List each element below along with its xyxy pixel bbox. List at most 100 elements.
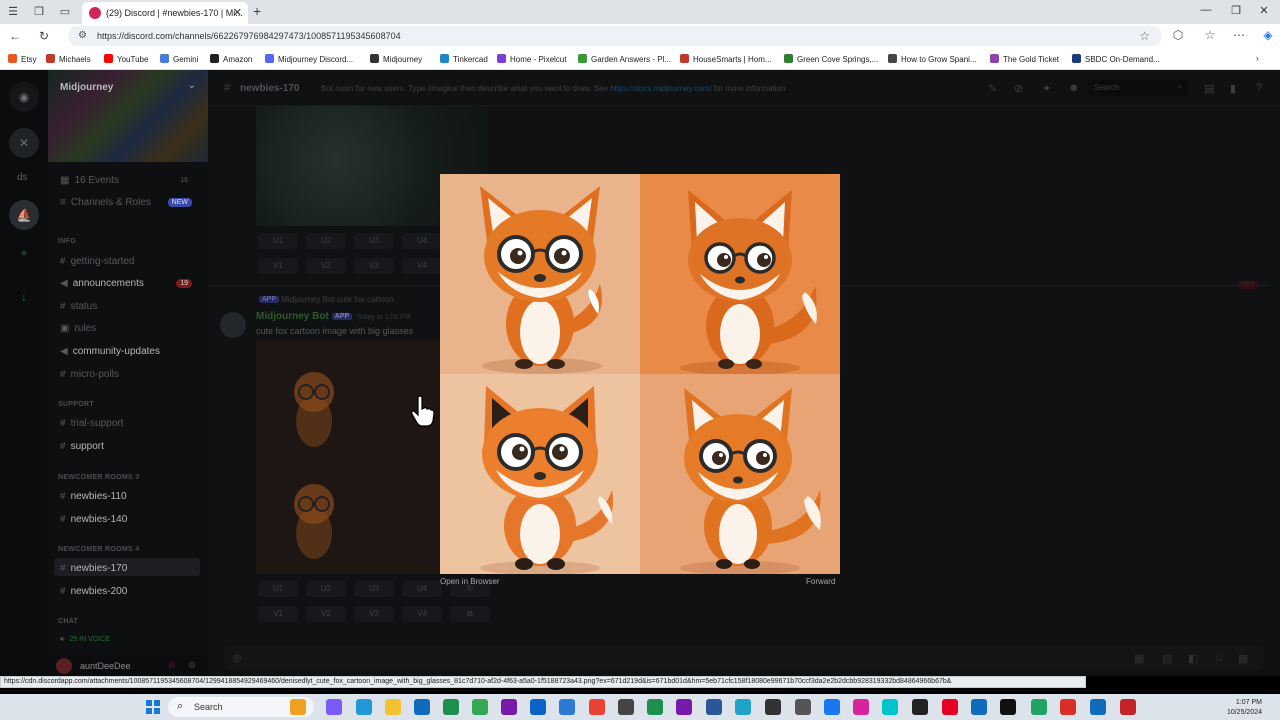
add-attachment-icon[interactable]: ⊕: [232, 651, 242, 665]
category-newcomer-rooms-3[interactable]: NEWCOMER ROOMS 3: [58, 474, 139, 481]
pin-icon[interactable]: ✦: [1042, 82, 1051, 95]
emoji-icon[interactable]: ☺: [1214, 652, 1225, 664]
upscale-2-button[interactable]: U2: [306, 581, 346, 597]
upscale-2-button[interactable]: U2: [306, 233, 346, 249]
upscale-3-button[interactable]: U3: [354, 233, 394, 249]
bookmark-item[interactable]: How to Grow Spani...: [888, 54, 977, 64]
channel-announcements[interactable]: ◀ announcements: [60, 278, 144, 289]
bookmark-item[interactable]: Green Cove Springs,...: [784, 54, 878, 64]
channel-newbies-170[interactable]: # newbies-170: [60, 563, 127, 574]
message-composer[interactable]: ⊕ ▦ ▤ ◧ ☺ ▩: [224, 646, 1264, 670]
bookmark-item[interactable]: Tinkercad: [440, 54, 488, 64]
site-info-icon[interactable]: ⚙: [78, 30, 87, 41]
channel-topic[interactable]: Bot room for new users. Type /imagine th…: [321, 84, 785, 93]
word-icon[interactable]: [706, 699, 722, 715]
server-name[interactable]: Midjourney: [60, 82, 113, 93]
upscale-4-button[interactable]: U4: [402, 233, 442, 249]
variation-2-button[interactable]: V2: [306, 258, 346, 274]
channel-getting-started[interactable]: # getting-started: [60, 256, 135, 267]
pinterest-icon[interactable]: [942, 699, 958, 715]
chrome-alt-icon[interactable]: [589, 699, 605, 715]
variation-4-button[interactable]: V4: [402, 258, 442, 274]
bookmark-item[interactable]: SBDC On-Demand...: [1072, 54, 1160, 64]
channel-micro-polls[interactable]: # micro-polls: [60, 369, 119, 380]
more-bookmarks-icon[interactable]: ›: [1256, 54, 1259, 63]
bookmark-item[interactable]: Amazon: [210, 54, 252, 64]
camera-icon[interactable]: [618, 699, 634, 715]
variation-1-button[interactable]: V1: [258, 258, 298, 274]
message-author[interactable]: Midjourney Bot APP Today at 1:06 PM: [256, 311, 411, 322]
chrome-icon[interactable]: [472, 699, 488, 715]
search-input[interactable]: Search ⌕: [1088, 80, 1188, 96]
capcut-icon[interactable]: [1000, 699, 1016, 715]
bookmark-item[interactable]: Midjourney: [370, 54, 422, 64]
facebook-icon[interactable]: [824, 699, 840, 715]
restore-icon[interactable]: ❐: [1226, 4, 1246, 17]
apps-icon[interactable]: ▩: [1238, 652, 1248, 665]
upscale-1-button[interactable]: U1: [258, 581, 298, 597]
bookmark-icon[interactable]: ▮: [1230, 82, 1236, 95]
sticker-icon[interactable]: ◧: [1188, 652, 1198, 665]
category-support[interactable]: SUPPORT: [58, 401, 94, 408]
image-viewer[interactable]: [440, 174, 840, 574]
tab-discord[interactable]: (29) Discord | #newbies-170 | Mi... ✕: [82, 2, 248, 24]
browser-menu-icon[interactable]: ☰: [6, 5, 20, 19]
avatar[interactable]: [220, 312, 246, 338]
gift-icon[interactable]: ▦: [1134, 652, 1144, 665]
category-chat[interactable]: CHAT: [58, 618, 78, 625]
back-icon[interactable]: ←: [7, 29, 23, 43]
bookmark-star-icon[interactable]: ☆: [1139, 29, 1150, 43]
recorder-icon[interactable]: [1120, 699, 1136, 715]
channel-newbies-110[interactable]: # newbies-110: [60, 491, 127, 502]
extensions-icon[interactable]: ⬡: [1170, 28, 1186, 42]
reply-reference[interactable]: APP Midjourney Bot cute fox cartoon: [256, 295, 394, 304]
gear-icon[interactable]: ⚙: [188, 660, 196, 671]
voice-activity[interactable]: 🔊︎ 25 IN VOICE: [60, 636, 110, 644]
bookmark-item[interactable]: Etsy: [8, 54, 37, 64]
bookmark-item[interactable]: Home - Pixelcut: [497, 54, 566, 64]
chevron-down-icon[interactable]: ⌄: [188, 80, 196, 91]
bookmark-item[interactable]: HouseSmarts | Hom...: [680, 54, 772, 64]
more-options-icon[interactable]: ⋯: [1231, 28, 1247, 42]
workspaces-icon[interactable]: ❐: [32, 5, 46, 19]
mute-icon[interactable]: ⊘: [168, 660, 176, 671]
username[interactable]: auntDeeDee: [80, 661, 131, 671]
close-window-icon[interactable]: ✕: [1254, 4, 1274, 17]
file-explorer-icon[interactable]: [385, 699, 401, 715]
bookmark-item[interactable]: Michaels: [46, 54, 91, 64]
channel-trial-support[interactable]: # trial-support: [60, 418, 123, 429]
bookmark-item[interactable]: YouTube: [104, 54, 148, 64]
variation-3-button[interactable]: V3: [354, 606, 394, 622]
open-in-browser-link[interactable]: Open in Browser: [440, 577, 500, 586]
app-icon[interactable]: [1090, 699, 1106, 715]
amazon-icon[interactable]: [912, 699, 928, 715]
upscale-1-button[interactable]: U1: [258, 233, 298, 249]
channel-newbies-140[interactable]: # newbies-140: [60, 514, 127, 525]
canva-icon[interactable]: [882, 699, 898, 715]
snipping-icon[interactable]: [971, 699, 987, 715]
variation-4-button[interactable]: V4: [402, 606, 442, 622]
slides-icon[interactable]: [1060, 699, 1076, 715]
server-icon[interactable]: ✕: [9, 128, 39, 158]
favorites-icon[interactable]: ☆: [1202, 28, 1218, 42]
settings-icon[interactable]: [795, 699, 811, 715]
channel-newbies-200[interactable]: # newbies-200: [60, 586, 127, 597]
copilot-icon[interactable]: ◈: [1260, 28, 1276, 42]
variation-3-button[interactable]: V3: [354, 258, 394, 274]
outlook-icon[interactable]: [414, 699, 430, 715]
minimize-icon[interactable]: —: [1196, 4, 1216, 16]
bookmark-item[interactable]: Garden Answers - Pl...: [578, 54, 671, 64]
channel-support[interactable]: # support: [60, 441, 104, 452]
sheets-icon[interactable]: [1031, 699, 1047, 715]
reload-icon[interactable]: ↻: [36, 29, 52, 43]
bookmark-item[interactable]: Gemini: [160, 54, 198, 64]
variation-1-button[interactable]: V1: [258, 606, 298, 622]
notification-muted-icon[interactable]: ⊘: [1014, 82, 1023, 95]
inbox-icon[interactable]: ▤: [1204, 82, 1214, 95]
threads-icon[interactable]: ✎: [988, 82, 997, 95]
events-link[interactable]: ▦ 16 Events: [60, 175, 119, 186]
upscale-4-button[interactable]: U4: [402, 581, 442, 597]
onenote-icon[interactable]: [501, 699, 517, 715]
category-newcomer-rooms-4[interactable]: NEWCOMER ROOMS 4: [58, 546, 139, 553]
system-clock[interactable]: 1:07 PM 10/25/2024: [1222, 698, 1262, 718]
